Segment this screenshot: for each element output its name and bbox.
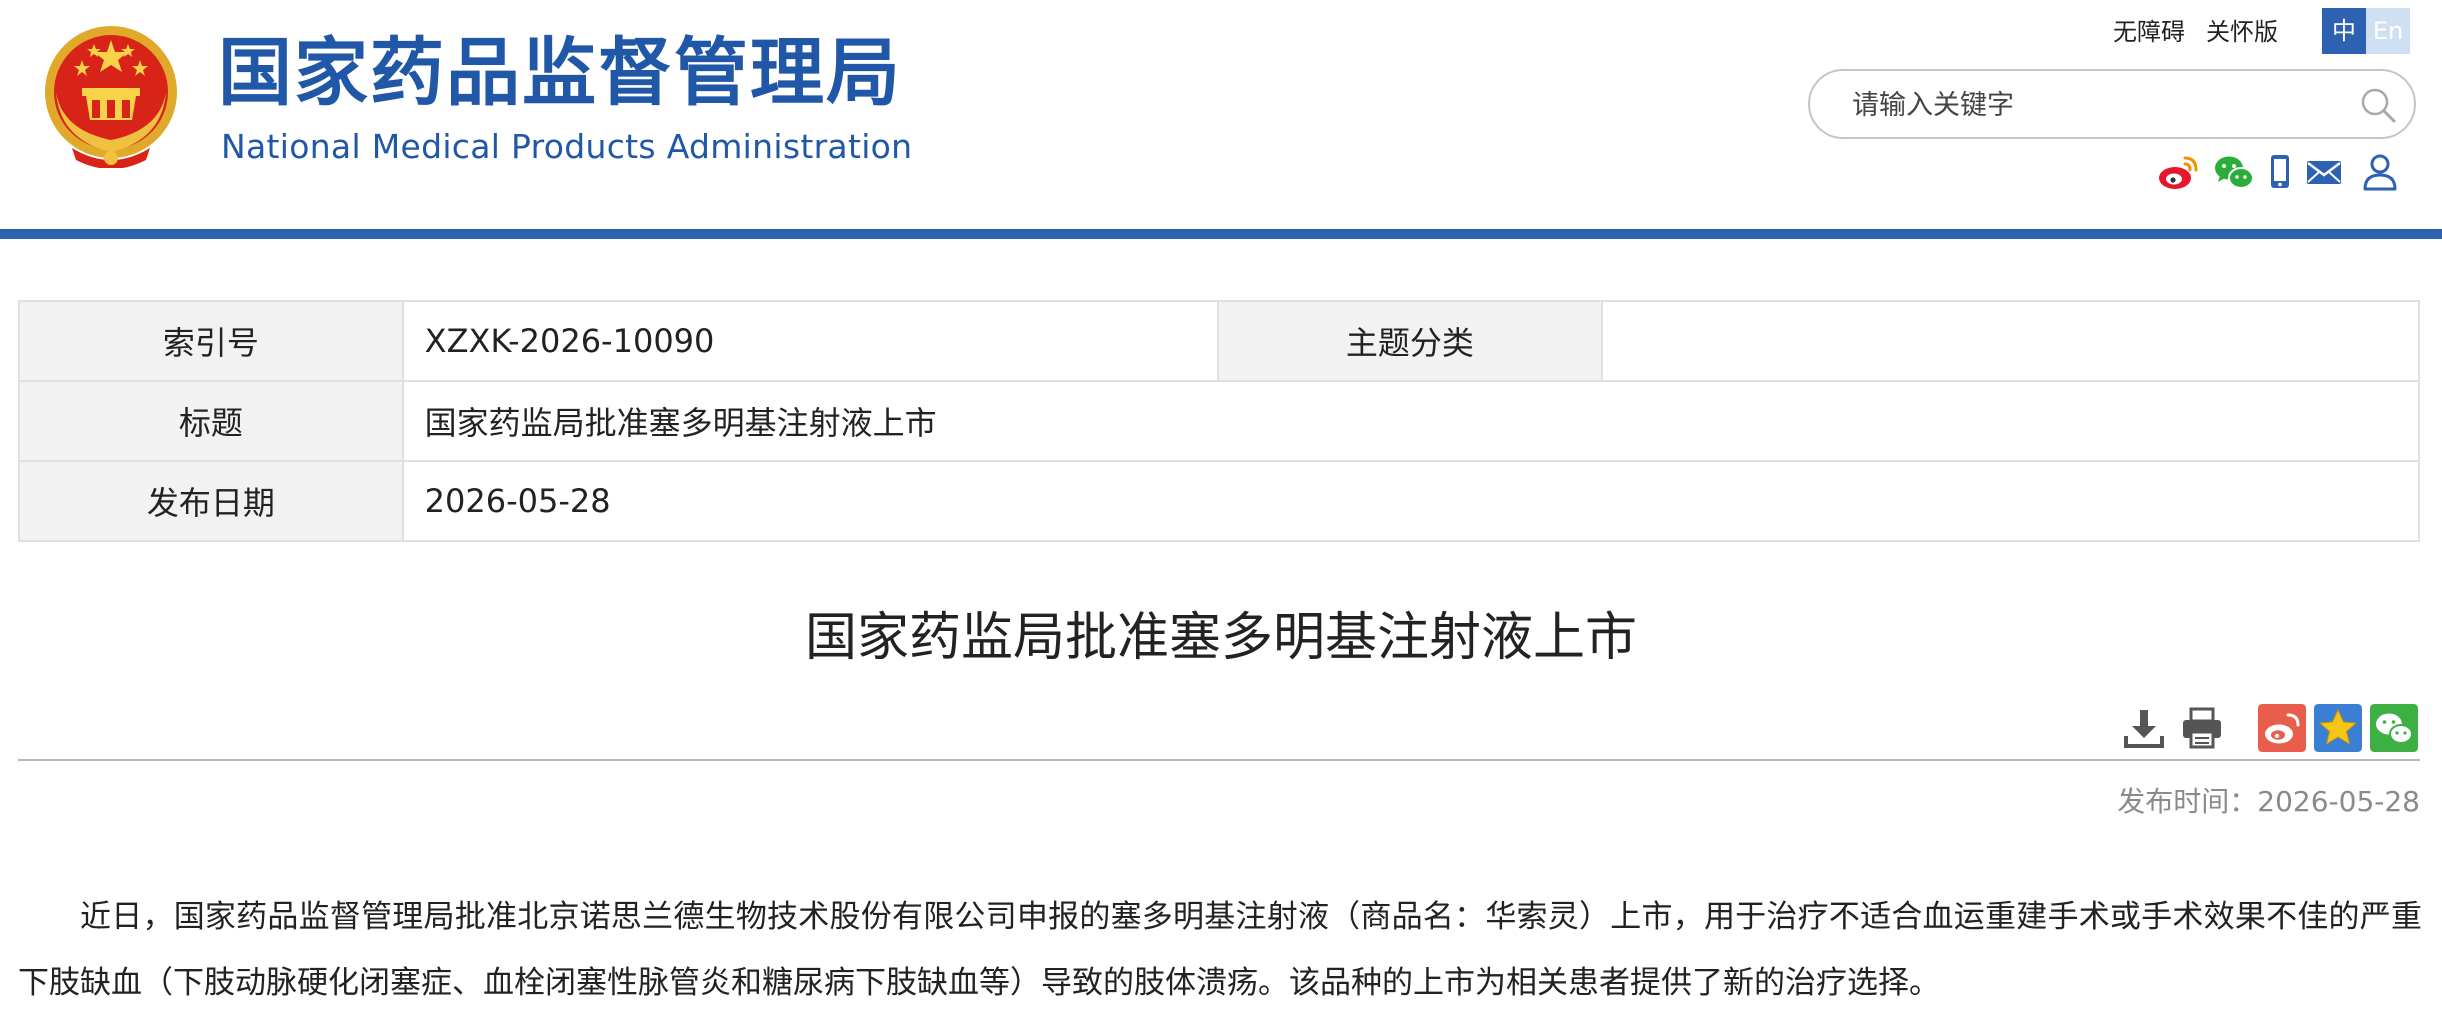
table-row: 发布日期 2026-05-28 [18, 460, 2421, 542]
site-title-en: National Medical Products Administration [221, 127, 913, 166]
lang-zh-button[interactable]: 中 [2322, 8, 2366, 54]
weibo-share-icon[interactable] [2258, 704, 2306, 752]
search-icon[interactable] [2358, 85, 2398, 125]
title-value: 国家药监局批准塞多明基注射液上市 [401, 380, 2421, 462]
mail-icon[interactable] [2302, 150, 2346, 194]
index-label: 索引号 [18, 300, 404, 382]
topic-value [1600, 300, 2421, 382]
favorite-share-icon[interactable] [2314, 704, 2362, 752]
header-divider-bar [0, 229, 2442, 239]
elderly-care-mode-link[interactable]: 关怀版 [2206, 17, 2278, 47]
accessibility-link[interactable]: 无障碍 [2113, 17, 2185, 47]
search-input[interactable] [1850, 83, 2334, 127]
article-divider [18, 759, 2420, 761]
site-title-cn: 国家药品监督管理局 [218, 30, 902, 116]
publish-time: 发布时间：2026-05-28 [2117, 785, 2420, 818]
table-row: 标题 国家药监局批准塞多明基注射液上市 [18, 380, 2421, 462]
date-value: 2026-05-28 [401, 460, 2421, 542]
weibo-icon[interactable] [2156, 150, 2200, 194]
print-icon[interactable] [2178, 704, 2226, 752]
download-icon[interactable] [2120, 704, 2168, 752]
user-icon[interactable] [2358, 150, 2402, 194]
wechat-icon[interactable] [2212, 150, 2256, 194]
lang-en-button[interactable]: En [2366, 8, 2410, 54]
search-box [1808, 69, 2416, 139]
site-header: 国家药品监督管理局 National Medical Products Admi… [0, 0, 2442, 230]
wechat-share-icon[interactable] [2370, 704, 2418, 752]
index-value: XZXK-2026-10090 [401, 300, 1220, 382]
title-label: 标题 [18, 380, 404, 462]
date-label: 发布日期 [18, 460, 404, 542]
national-emblem-logo[interactable] [42, 22, 180, 168]
article-title: 国家药监局批准塞多明基注射液上市 [804, 608, 1637, 668]
article-body: 近日，国家药品监督管理局批准北京诺思兰德生物技术股份有限公司申报的塞多明基注射液… [18, 899, 2422, 1001]
metadata-table: 索引号 XZXK-2026-10090 主题分类 标题 国家药监局批准塞多明基注… [18, 300, 2421, 542]
mobile-icon[interactable] [2258, 150, 2302, 194]
table-row: 索引号 XZXK-2026-10090 主题分类 [18, 300, 2421, 382]
topic-label: 主题分类 [1217, 300, 1603, 382]
